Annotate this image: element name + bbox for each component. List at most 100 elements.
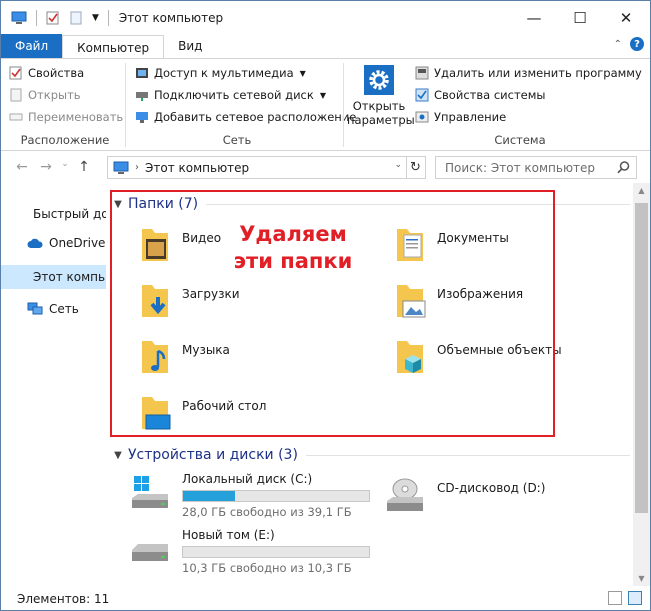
annotation-line-2: эти папки bbox=[233, 249, 353, 273]
music-folder-icon bbox=[142, 341, 168, 373]
breadcrumb-separator-icon[interactable]: › bbox=[135, 162, 139, 173]
tiles-view-icon[interactable] bbox=[628, 591, 642, 605]
nav-item-label: Этот компьютер bbox=[33, 270, 106, 284]
map-drive-dropdown-icon: ▼ bbox=[319, 90, 326, 100]
drive-c[interactable]: Локальный диск (C:) 28,0 ГБ свободно из … bbox=[128, 472, 370, 519]
drive-d-cd[interactable]: CD-дисковод (D:) bbox=[383, 475, 545, 515]
folder-label: Видео bbox=[182, 231, 222, 245]
folder-documents[interactable]: Документы bbox=[391, 225, 509, 265]
folder-video[interactable]: Видео bbox=[136, 225, 221, 265]
nav-item-onedrive[interactable]: OneDrive bbox=[1, 231, 106, 255]
open-button[interactable]: Открыть bbox=[9, 84, 121, 106]
quick-access-dropdown-icon[interactable]: ▼ bbox=[92, 13, 99, 23]
manage-button[interactable]: Управление bbox=[415, 106, 625, 128]
back-arrow-icon[interactable]: ← bbox=[11, 159, 33, 175]
annotation-text: Удаляем эти папки bbox=[228, 221, 358, 275]
scroll-down-icon[interactable]: ▼ bbox=[633, 574, 650, 583]
folder-label: Рабочий стол bbox=[182, 399, 267, 413]
search-input[interactable]: Поиск: Этот компьютер bbox=[435, 156, 637, 179]
folders-section-title: Папки (7) bbox=[128, 196, 199, 212]
folder-3d-objects[interactable]: Объемные объекты bbox=[391, 337, 562, 377]
folder-music[interactable]: Музыка bbox=[136, 337, 230, 377]
windows-drive-icon bbox=[132, 476, 168, 508]
vertical-scrollbar[interactable]: ▲ ▼ bbox=[633, 183, 650, 586]
search-icon bbox=[617, 161, 630, 174]
folder-desktop[interactable]: Рабочий стол bbox=[136, 393, 266, 433]
drive-free-space: 28,0 ГБ свободно из 39,1 ГБ bbox=[182, 505, 352, 519]
map-drive-label: Подключить сетевой диск bbox=[154, 88, 314, 102]
folder-pictures[interactable]: Изображения bbox=[391, 281, 523, 321]
desktop-folder-icon bbox=[142, 397, 171, 430]
chevron-down-icon[interactable]: ▼ bbox=[110, 450, 126, 461]
tab-view[interactable]: Вид bbox=[164, 34, 216, 58]
nav-item-quick-access[interactable]: Быстрый доступ bbox=[1, 202, 106, 226]
devices-section-title: Устройства и диски (3) bbox=[128, 447, 298, 463]
folders-section-header[interactable]: ▼ Папки (7) bbox=[110, 193, 630, 215]
manage-icon bbox=[415, 111, 429, 123]
network-icon bbox=[27, 302, 43, 315]
rename-button[interactable]: Переименовать bbox=[9, 106, 123, 128]
open-icon bbox=[10, 88, 22, 102]
ribbon: Свойства Открыть Переименовать Расположе… bbox=[1, 58, 650, 151]
navigation-pane: Быстрый доступ OneDrive Этот компьютер С… bbox=[1, 191, 106, 586]
forward-arrow-icon[interactable]: → bbox=[35, 159, 57, 175]
properties-quick-icon[interactable] bbox=[46, 11, 60, 25]
explorer-window: ▼ Этот компьютер — ☐ ✕ Файл Компьютер Ви… bbox=[0, 0, 651, 611]
rename-icon bbox=[9, 113, 23, 121]
video-folder-icon bbox=[142, 229, 168, 261]
uninstall-icon bbox=[415, 66, 429, 80]
devices-section-header[interactable]: ▼ Устройства и диски (3) bbox=[110, 444, 630, 466]
map-drive-button[interactable]: Подключить сетевой диск ▼ bbox=[135, 84, 339, 106]
details-view-icon[interactable] bbox=[608, 591, 622, 605]
hard-drive-icon bbox=[132, 544, 168, 561]
media-access-button[interactable]: Доступ к мультимедиа ▼ bbox=[135, 62, 339, 84]
group-location: Свойства Открыть Переименовать Расположе… bbox=[9, 59, 123, 150]
nav-item-this-pc[interactable]: Этот компьютер bbox=[1, 265, 106, 289]
collapse-ribbon-icon[interactable]: ⌃ bbox=[614, 39, 622, 50]
close-button[interactable]: ✕ bbox=[603, 1, 649, 34]
add-network-location-button[interactable]: Добавить сетевое расположение bbox=[135, 106, 356, 128]
media-access-label: Доступ к мультимедиа bbox=[154, 66, 294, 80]
uninstall-program-label: Удалить или изменить программу bbox=[434, 66, 642, 80]
maximize-button[interactable]: ☐ bbox=[557, 1, 603, 34]
tab-computer[interactable]: Компьютер bbox=[62, 35, 165, 59]
address-bar[interactable]: › Этот компьютер ⌄ bbox=[107, 156, 407, 179]
add-network-location-label: Добавить сетевое расположение bbox=[154, 110, 357, 124]
drive-name: Новый том (E:) bbox=[182, 528, 275, 542]
search-placeholder: Поиск: Этот компьютер bbox=[445, 160, 596, 175]
address-dropdown-icon[interactable]: ⌄ bbox=[394, 160, 402, 170]
new-folder-quick-icon[interactable] bbox=[69, 11, 83, 25]
drive-usage-bar bbox=[182, 546, 370, 558]
folder-label: Объемные объекты bbox=[437, 343, 562, 357]
open-settings-label-1: Открыть bbox=[352, 99, 406, 113]
gear-icon bbox=[364, 65, 394, 95]
drive-usage-fill bbox=[183, 491, 236, 501]
folder-downloads[interactable]: Загрузки bbox=[136, 281, 240, 321]
minimize-button[interactable]: — bbox=[511, 1, 557, 34]
computer-icon bbox=[11, 11, 27, 24]
help-icon[interactable]: ? bbox=[630, 37, 644, 51]
chevron-down-icon[interactable]: ▼ bbox=[110, 199, 126, 210]
open-settings-button[interactable]: Открыть параметры bbox=[347, 59, 415, 150]
tab-file[interactable]: Файл bbox=[1, 34, 63, 58]
drive-usage-bar bbox=[182, 490, 370, 502]
content-area: ▼ Папки (7) Видео Документы Загрузки Изо… bbox=[108, 183, 633, 586]
uninstall-program-button[interactable]: Удалить или изменить программу bbox=[415, 62, 642, 84]
folder-label: Музыка bbox=[182, 343, 230, 357]
downloads-folder-icon bbox=[142, 285, 168, 317]
up-arrow-icon[interactable]: ↑ bbox=[73, 159, 95, 175]
group-location-label: Расположение bbox=[20, 133, 110, 147]
window-title: Этот компьютер bbox=[118, 10, 224, 25]
status-bar: Элементов: 11 bbox=[1, 587, 650, 610]
scroll-up-icon[interactable]: ▲ bbox=[633, 186, 650, 195]
cloud-icon bbox=[27, 238, 43, 248]
properties-button[interactable]: Свойства bbox=[9, 62, 121, 84]
system-properties-button[interactable]: Свойства системы bbox=[415, 84, 625, 106]
refresh-button[interactable]: ↻ bbox=[406, 156, 426, 179]
scroll-thumb[interactable] bbox=[635, 203, 648, 513]
nav-item-network[interactable]: Сеть bbox=[1, 297, 106, 321]
3d-objects-folder-icon bbox=[397, 341, 423, 373]
drive-e[interactable]: Новый том (E:) 10,3 ГБ свободно из 10,3 … bbox=[128, 528, 370, 575]
refresh-icon: ↻ bbox=[410, 160, 421, 175]
recent-dropdown-icon[interactable]: ⌄ bbox=[59, 159, 71, 175]
